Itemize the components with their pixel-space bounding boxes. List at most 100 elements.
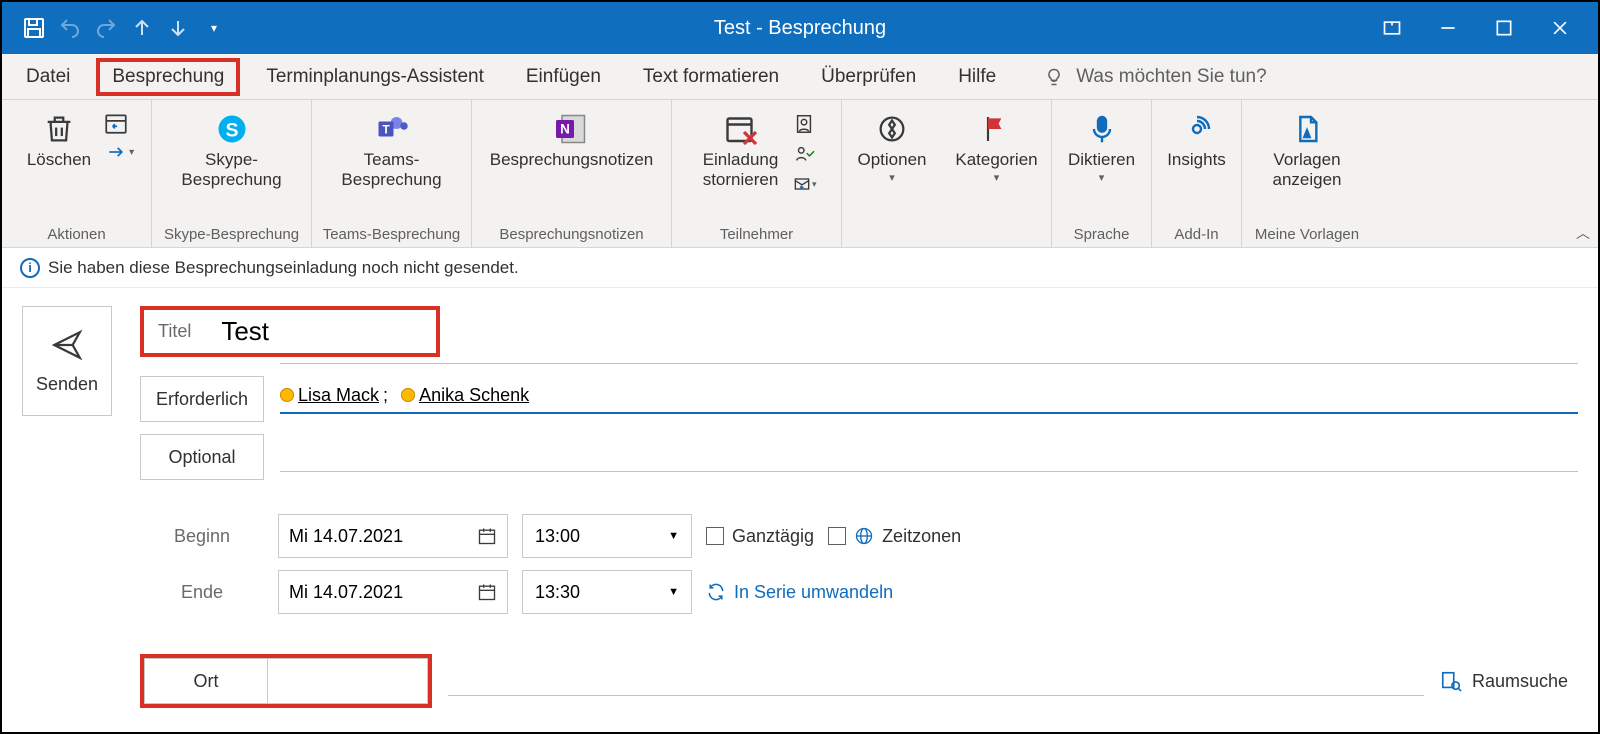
group-sprache: Diktieren ▾ Sprache xyxy=(1052,100,1152,247)
titel-label: Titel xyxy=(158,321,191,342)
start-time-field[interactable]: 13:00 ▼ xyxy=(522,514,692,558)
kategorien-button[interactable]: Kategorien ▾ xyxy=(947,106,1045,190)
tab-hilfe[interactable]: Hilfe xyxy=(942,58,1012,96)
group-aktionen: Löschen ▾ Aktionen xyxy=(2,100,152,247)
serie-link[interactable]: In Serie umwandeln xyxy=(706,582,893,603)
lightbulb-icon xyxy=(1044,67,1064,87)
title-highlight: Titel Test xyxy=(140,306,440,357)
calendar-small-icon[interactable] xyxy=(103,110,134,136)
optional-button[interactable]: Optional xyxy=(140,434,264,480)
skype-button[interactable]: S Skype- Besprechung xyxy=(173,106,289,195)
start-time-value: 13:00 xyxy=(535,526,580,547)
maximize-icon[interactable] xyxy=(1494,18,1514,38)
notizen-button[interactable]: N Besprechungsnotizen xyxy=(482,106,662,174)
zeitzonen-label: Zeitzonen xyxy=(882,526,961,547)
group-teams: T Teams- Besprechung Teams-Besprechung xyxy=(312,100,472,247)
end-date-field[interactable]: Mi 14.07.2021 xyxy=(278,570,508,614)
save-icon[interactable] xyxy=(22,16,46,40)
response-options-icon[interactable]: ▾ xyxy=(790,170,818,198)
skype-icon: S xyxy=(214,110,250,148)
previous-item-icon[interactable] xyxy=(130,16,154,40)
optional-attendees-field[interactable] xyxy=(280,442,1578,472)
end-time-field[interactable]: 13:30 ▼ xyxy=(522,570,692,614)
svg-text:N: N xyxy=(561,122,571,137)
minimize-icon[interactable] xyxy=(1438,18,1458,38)
calendar-icon xyxy=(477,526,497,546)
tab-datei[interactable]: Datei xyxy=(10,58,86,96)
senden-button[interactable]: Senden xyxy=(22,306,112,416)
loeschen-button[interactable]: Löschen xyxy=(19,106,99,174)
tab-besprechung[interactable]: Besprechung xyxy=(96,58,240,96)
collapse-ribbon-icon[interactable]: ︿ xyxy=(1576,223,1590,243)
kategorien-label: Kategorien xyxy=(955,150,1037,170)
customize-qat-icon[interactable]: ▾ xyxy=(202,16,226,40)
ribbon-display-icon[interactable] xyxy=(1382,18,1402,38)
group-addin-label: Add-In xyxy=(1174,223,1218,247)
group-optionen: Optionen ▾ xyxy=(842,100,942,247)
svg-text:S: S xyxy=(225,120,238,142)
teams-button[interactable]: T Teams- Besprechung xyxy=(333,106,449,195)
loeschen-label: Löschen xyxy=(27,150,91,170)
required-attendees-field[interactable]: Lisa Mack; Anika Schenk xyxy=(280,384,1578,414)
group-skype-label: Skype-Besprechung xyxy=(164,223,299,247)
notizen-label: Besprechungsnotizen xyxy=(490,150,654,170)
tab-ueberpruefen[interactable]: Überprüfen xyxy=(805,58,932,96)
address-book-icon[interactable] xyxy=(790,110,818,138)
skype-label2: Besprechung xyxy=(181,170,281,190)
group-sprache-label: Sprache xyxy=(1074,223,1130,247)
titel-field[interactable]: Test xyxy=(221,316,269,347)
ort-field[interactable] xyxy=(268,658,428,704)
ganztaegig-label: Ganztägig xyxy=(732,526,814,547)
next-item-icon[interactable] xyxy=(166,16,190,40)
window-controls xyxy=(1382,18,1598,38)
serie-label: In Serie umwandeln xyxy=(734,582,893,603)
quick-access-toolbar: ▾ xyxy=(2,16,226,40)
diktieren-button[interactable]: Diktieren ▾ xyxy=(1060,106,1143,190)
tab-einfuegen[interactable]: Einfügen xyxy=(510,58,617,96)
onenote-icon: N xyxy=(553,110,589,148)
tell-me[interactable]: Was möchten Sie tun? xyxy=(1044,66,1266,88)
info-icon: i xyxy=(20,258,40,278)
microphone-icon xyxy=(1086,110,1118,148)
end-time-value: 13:30 xyxy=(535,582,580,603)
group-kategorien: Kategorien ▾ xyxy=(942,100,1052,247)
group-vorlagen-label: Meine Vorlagen xyxy=(1255,223,1359,247)
chevron-down-icon: ▾ xyxy=(889,172,895,185)
optionen-label: Optionen xyxy=(858,150,927,170)
redo-icon[interactable] xyxy=(94,16,118,40)
forward-small-icon[interactable]: ▾ xyxy=(103,142,134,162)
skype-label1: Skype- xyxy=(205,150,258,170)
template-icon xyxy=(1291,110,1323,148)
tab-terminplanung[interactable]: Terminplanungs-Assistent xyxy=(250,58,500,96)
flag-icon xyxy=(980,110,1012,148)
insights-icon xyxy=(1181,110,1213,148)
group-addin: Insights Add-In xyxy=(1152,100,1242,247)
recurrence-icon xyxy=(706,582,726,602)
vorlagen-label2: anzeigen xyxy=(1272,170,1341,190)
teams-icon: T xyxy=(374,110,410,148)
raumsuche-button[interactable]: Raumsuche xyxy=(1440,670,1578,692)
tab-text-formatieren[interactable]: Text formatieren xyxy=(627,58,795,96)
checkbox-icon xyxy=(828,527,846,545)
zeitzonen-checkbox[interactable]: Zeitzonen xyxy=(828,526,961,547)
ort-button[interactable]: Ort xyxy=(144,658,268,704)
close-icon[interactable] xyxy=(1550,18,1570,38)
attendee[interactable]: Lisa Mack xyxy=(298,385,379,406)
ribbon-tabs: Datei Besprechung Terminplanungs-Assiste… xyxy=(2,54,1598,100)
vorlagen-button[interactable]: Vorlagen anzeigen xyxy=(1264,106,1349,195)
insights-button[interactable]: Insights xyxy=(1159,106,1234,174)
undo-icon[interactable] xyxy=(58,16,82,40)
beginn-label: Beginn xyxy=(140,526,264,547)
attendee[interactable]: Anika Schenk xyxy=(419,385,529,406)
check-names-icon[interactable] xyxy=(790,140,818,168)
group-teilnehmer: Einladung stornieren ▾ Teilnehmer xyxy=(672,100,842,247)
ganztaegig-checkbox[interactable]: Ganztägig xyxy=(706,526,814,547)
erforderlich-button[interactable]: Erforderlich xyxy=(140,376,264,422)
optionen-button[interactable]: Optionen ▾ xyxy=(850,106,935,190)
window-title: Test - Besprechung xyxy=(714,17,886,40)
start-date-field[interactable]: Mi 14.07.2021 xyxy=(278,514,508,558)
einladung-stornieren-button[interactable]: Einladung stornieren xyxy=(695,106,787,195)
presence-icon xyxy=(280,388,294,402)
ort-field-extended[interactable] xyxy=(448,666,1424,696)
room-search-icon xyxy=(1440,670,1462,692)
